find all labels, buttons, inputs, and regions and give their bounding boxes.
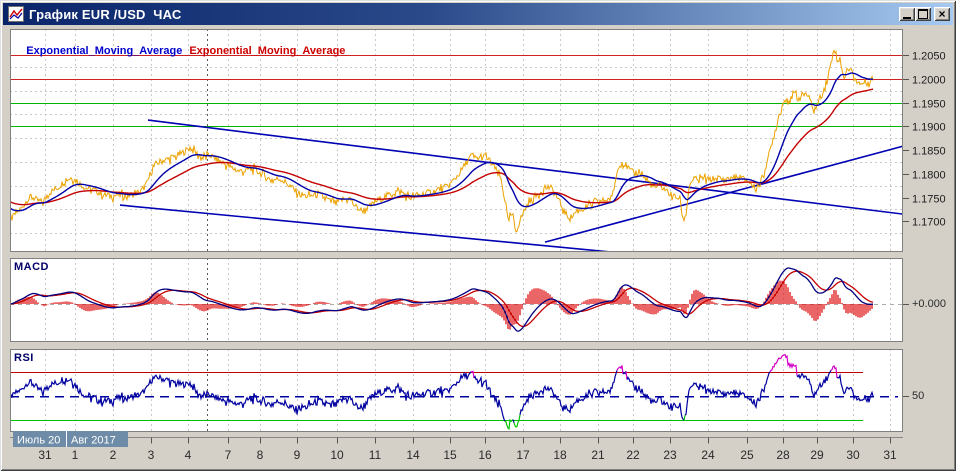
price-axis-label: 1.1950 xyxy=(912,99,946,111)
day-label: 28 xyxy=(776,448,790,462)
day-label: 8 xyxy=(257,448,264,462)
day-label: 22 xyxy=(626,448,640,462)
minimize-button[interactable] xyxy=(899,7,915,21)
day-label: 30 xyxy=(846,448,860,462)
day-label: 15 xyxy=(443,448,457,462)
price-axis-label: 1.1750 xyxy=(912,194,946,206)
window-title: График EUR /USD ЧАС xyxy=(29,6,182,22)
ema-slow-legend-label: Exponential_Moving_Average xyxy=(189,45,346,57)
price-axis-label: 1.1700 xyxy=(912,217,946,229)
day-label: 14 xyxy=(406,448,420,462)
day-label: 4 xyxy=(185,448,192,462)
day-label: 11 xyxy=(369,448,382,462)
app-icon[interactable] xyxy=(8,6,24,22)
price-axis-label: 1.1850 xyxy=(912,146,946,158)
day-label: 3 xyxy=(148,448,155,462)
macd-zero-label: +0.000 xyxy=(912,298,946,310)
close-icon: × xyxy=(938,7,946,21)
close-button[interactable]: × xyxy=(934,7,950,21)
rsi-mid-label: 50 xyxy=(912,390,925,402)
price-axis-label: 1.1900 xyxy=(912,122,946,134)
minimize-icon xyxy=(903,17,911,19)
chart-svg: 1.2050 1.2000 1.1950 1.1900 1.1850 1.1800 1.17… xyxy=(10,29,946,462)
day-label: 2 xyxy=(110,448,117,462)
ema-legend: Exponential_Moving_Average Exponential_Mo… xyxy=(14,33,345,69)
day-label: 1 xyxy=(72,448,79,462)
maximize-button[interactable] xyxy=(915,7,931,21)
macd-panel[interactable] xyxy=(10,258,903,342)
day-label: 7 xyxy=(225,448,232,462)
rsi-panel[interactable] xyxy=(10,349,903,432)
day-label: 29 xyxy=(810,448,824,462)
day-label: 17 xyxy=(516,448,530,462)
day-label: 21 xyxy=(591,448,605,462)
price-axis-label: 1.1800 xyxy=(912,170,946,182)
ema-fast-legend-label: Exponential_Moving_Average xyxy=(26,45,183,57)
day-label: 25 xyxy=(740,448,754,462)
day-label: 23 xyxy=(663,448,677,462)
month-box-label: Авг 2017 xyxy=(71,435,116,447)
day-label: 31 xyxy=(38,448,52,462)
day-label: 16 xyxy=(478,448,492,462)
rsi-panel-label: RSI xyxy=(14,352,34,364)
chart-window: 1.2050 1.2000 1.1950 1.1900 1.1850 1.1800 1.17… xyxy=(0,0,956,471)
price-axis-label: 1.2050 xyxy=(912,51,946,63)
maximize-icon xyxy=(918,9,928,19)
day-label: 18 xyxy=(553,448,567,462)
day-label: 24 xyxy=(701,448,715,462)
day-label: 9 xyxy=(294,448,301,462)
macd-panel-label: MACD xyxy=(14,261,49,273)
price-axis-label: 1.2000 xyxy=(912,75,946,87)
day-label: 10 xyxy=(330,448,344,462)
title-bar[interactable]: График EUR /USD ЧАС × xyxy=(3,3,953,25)
day-label: 31 xyxy=(883,448,897,462)
month-box-label: Июль 20 xyxy=(17,435,60,447)
